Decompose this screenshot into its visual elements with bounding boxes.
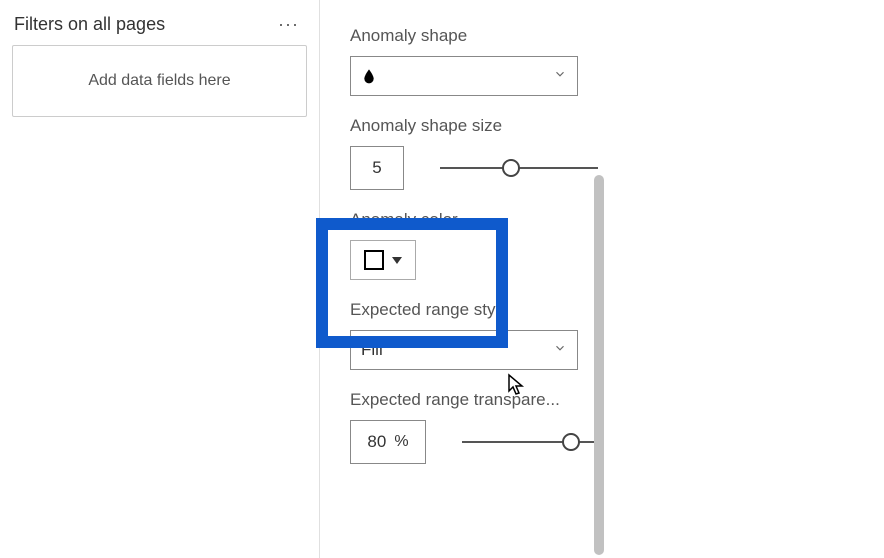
anomaly-shape-section: Anomaly shape bbox=[350, 26, 598, 96]
filters-drop-zone[interactable]: Add data fields here bbox=[12, 45, 307, 117]
expected-range-transparency-label: Expected range transpare... bbox=[350, 390, 598, 410]
caret-down-icon bbox=[392, 257, 402, 264]
color-swatch bbox=[364, 250, 384, 270]
filters-panel: Filters on all pages ··· Add data fields… bbox=[0, 0, 320, 558]
anomaly-color-picker[interactable] bbox=[350, 240, 416, 280]
anomaly-shape-size-input[interactable]: 5 bbox=[350, 146, 404, 190]
expected-range-transparency-section: Expected range transpare... 80 % bbox=[350, 390, 598, 464]
expected-range-style-section: Expected range style Fill bbox=[350, 300, 598, 370]
anomaly-shape-select[interactable] bbox=[350, 56, 578, 96]
expected-range-style-value: Fill bbox=[361, 340, 383, 360]
drop-zone-placeholder: Add data fields here bbox=[88, 72, 230, 90]
anomaly-shape-label: Anomaly shape bbox=[350, 26, 598, 46]
format-panel-scrollbar[interactable] bbox=[594, 0, 604, 558]
expected-range-transparency-slider[interactable] bbox=[462, 432, 598, 452]
more-menu-icon[interactable]: ··· bbox=[274, 14, 303, 35]
anomaly-color-label: Anomaly color bbox=[350, 210, 598, 230]
anomaly-shape-size-label: Anomaly shape size bbox=[350, 116, 598, 136]
anomaly-color-section: Anomaly color bbox=[350, 210, 598, 280]
chevron-down-icon bbox=[553, 67, 567, 86]
droplet-icon bbox=[361, 68, 377, 84]
anomaly-shape-size-slider[interactable] bbox=[440, 158, 598, 178]
format-panel: Anomaly shape Anomaly shape size 5 bbox=[320, 0, 610, 558]
expected-range-style-label: Expected range style bbox=[350, 300, 598, 320]
filters-title: Filters on all pages bbox=[14, 14, 165, 35]
chevron-down-icon bbox=[553, 341, 567, 360]
expected-range-style-select[interactable]: Fill bbox=[350, 330, 578, 370]
anomaly-shape-size-section: Anomaly shape size 5 bbox=[350, 116, 598, 190]
expected-range-transparency-input[interactable]: 80 % bbox=[350, 420, 426, 464]
